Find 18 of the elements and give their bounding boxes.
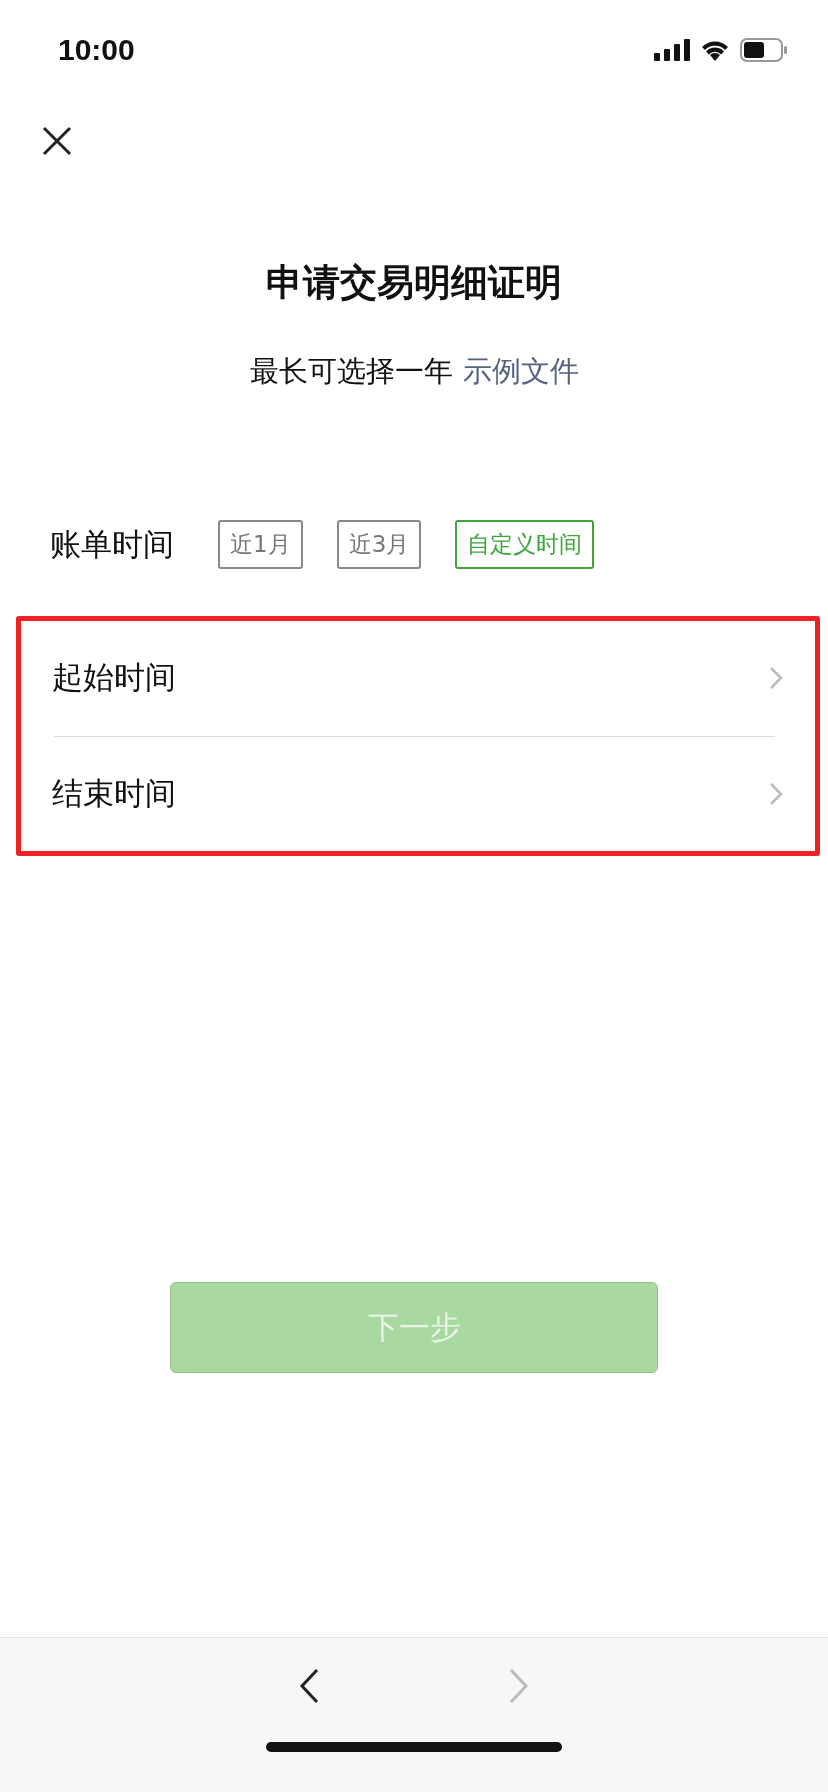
time-range-option[interactable]: 近1月: [218, 520, 303, 569]
battery-icon: [740, 38, 788, 62]
bill-time-label: 账单时间: [50, 524, 174, 564]
date-row[interactable]: 结束时间: [21, 736, 815, 851]
date-row[interactable]: 起始时间: [21, 621, 815, 736]
chevron-right-icon: [769, 781, 783, 806]
date-row-label: 结束时间: [52, 773, 176, 813]
signal-icon: [654, 39, 690, 61]
time-range-option[interactable]: 近3月: [336, 520, 422, 569]
status-time: 10:00: [58, 33, 135, 67]
date-row-label: 起始时间: [52, 658, 176, 698]
close-icon[interactable]: [42, 126, 72, 156]
time-range-option[interactable]: 自定义时间: [455, 520, 595, 569]
sample-file-link[interactable]: 示例文件: [462, 352, 579, 392]
chevron-right-icon: [769, 666, 783, 691]
page-title: 申请交易明细证明: [265, 260, 563, 306]
subtitle: 最长可选择一年: [249, 353, 453, 390]
wifi-icon: [700, 39, 730, 61]
